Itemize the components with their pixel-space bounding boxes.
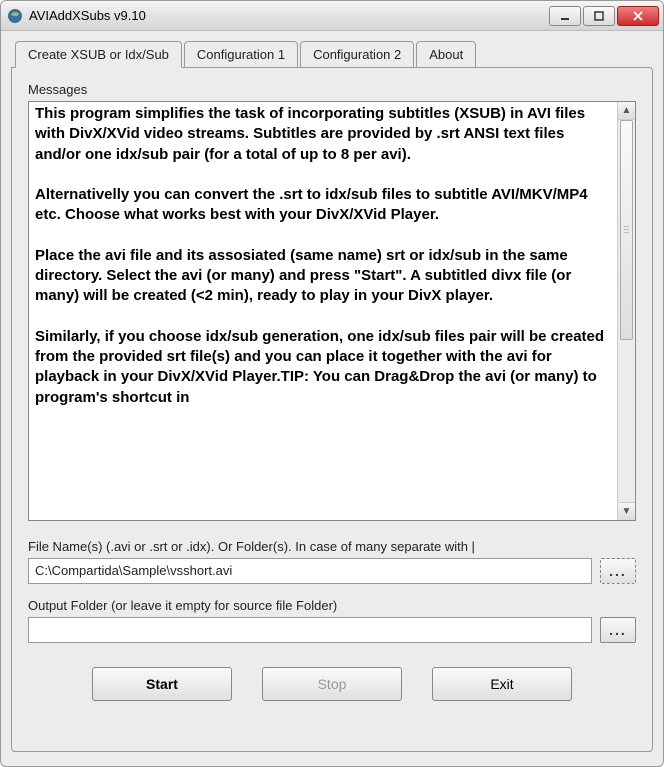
tab-config1[interactable]: Configuration 1 xyxy=(184,41,298,68)
start-button[interactable]: Start xyxy=(92,667,232,701)
button-label: Stop xyxy=(318,676,347,692)
tab-about[interactable]: About xyxy=(416,41,476,68)
messages-box: This program simplifies the task of inco… xyxy=(28,101,636,521)
browse-output-button[interactable]: ... xyxy=(600,617,636,643)
exit-button[interactable]: Exit xyxy=(432,667,572,701)
tab-create-xsub[interactable]: Create XSUB or Idx/Sub xyxy=(15,41,182,68)
tab-config2[interactable]: Configuration 2 xyxy=(300,41,414,68)
scrollbar[interactable]: ▲ ▼ xyxy=(617,102,635,520)
browse-file-button[interactable]: ... xyxy=(600,558,636,584)
maximize-button[interactable] xyxy=(583,6,615,26)
tab-label: Configuration 2 xyxy=(313,47,401,62)
window-title: AVIAddXSubs v9.10 xyxy=(29,8,549,23)
output-input[interactable] xyxy=(28,617,592,643)
scroll-down-icon[interactable]: ▼ xyxy=(618,502,635,520)
minimize-button[interactable] xyxy=(549,6,581,26)
output-row: ... xyxy=(28,617,636,643)
stop-button: Stop xyxy=(262,667,402,701)
tab-label: About xyxy=(429,47,463,62)
tab-label: Configuration 1 xyxy=(197,47,285,62)
titlebar[interactable]: AVIAddXSubs v9.10 xyxy=(1,1,663,31)
tab-strip: Create XSUB or Idx/Sub Configuration 1 C… xyxy=(15,41,653,68)
action-button-row: Start Stop Exit xyxy=(28,667,636,701)
ellipsis-icon: ... xyxy=(609,622,627,638)
scroll-thumb[interactable] xyxy=(620,120,633,340)
messages-text[interactable]: This program simplifies the task of inco… xyxy=(29,102,617,520)
scroll-up-icon[interactable]: ▲ xyxy=(618,102,635,120)
filename-input[interactable]: C:\Compartida\Sample\vsshort.avi xyxy=(28,558,592,584)
app-window: AVIAddXSubs v9.10 Create XSUB or Idx/Sub… xyxy=(0,0,664,767)
client-area: Create XSUB or Idx/Sub Configuration 1 C… xyxy=(1,31,663,766)
messages-label: Messages xyxy=(28,82,636,97)
window-controls xyxy=(549,6,659,26)
tab-panel: Messages This program simplifies the tas… xyxy=(11,67,653,752)
button-label: Exit xyxy=(490,676,513,692)
filename-row: C:\Compartida\Sample\vsshort.avi ... xyxy=(28,558,636,584)
ellipsis-icon: ... xyxy=(609,563,627,579)
output-label: Output Folder (or leave it empty for sou… xyxy=(28,598,636,613)
app-icon xyxy=(7,8,23,24)
tab-label: Create XSUB or Idx/Sub xyxy=(28,47,169,62)
button-label: Start xyxy=(146,676,178,692)
close-button[interactable] xyxy=(617,6,659,26)
filename-label: File Name(s) (.avi or .srt or .idx). Or … xyxy=(28,539,636,554)
